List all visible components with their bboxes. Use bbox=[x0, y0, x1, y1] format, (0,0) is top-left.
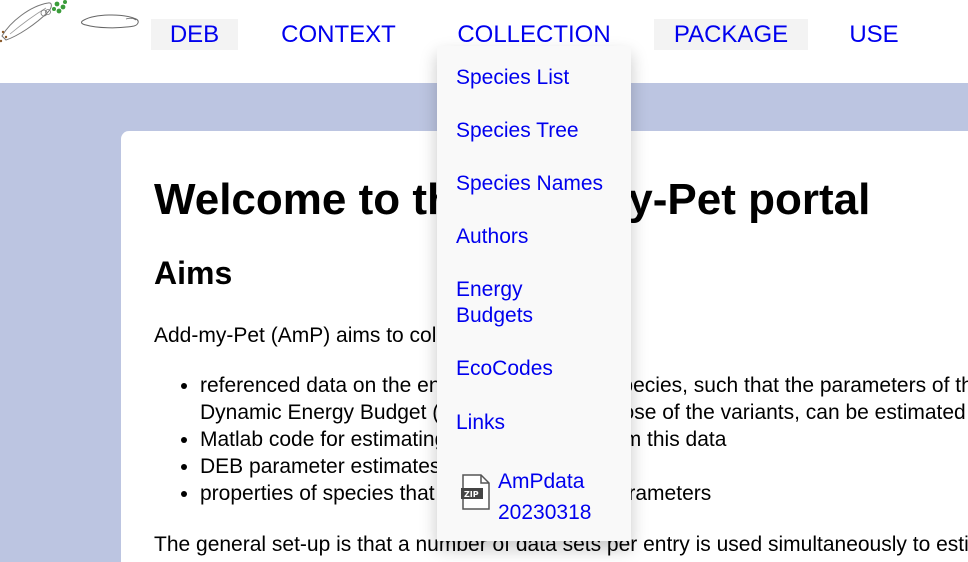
ampdata-zip-download[interactable]: ZIP AmPdata 20230318 bbox=[461, 466, 626, 526]
menu-item-species-tree[interactable]: Species Tree bbox=[456, 118, 626, 144]
menu-item-energy-budgets[interactable]: Energy Budgets bbox=[456, 277, 566, 329]
nav-package[interactable]: PACKAGE bbox=[654, 19, 808, 50]
collection-dropdown-menu: Species List Species Tree Species Names … bbox=[437, 46, 631, 541]
nav-use[interactable]: USE bbox=[839, 19, 909, 50]
nav-deb[interactable]: DEB bbox=[151, 19, 238, 50]
svg-text:ZIP: ZIP bbox=[464, 490, 479, 499]
zip-name-label: AmPdata bbox=[498, 470, 585, 493]
menu-item-ecocodes[interactable]: EcoCodes bbox=[456, 356, 626, 382]
aims-heading: Aims bbox=[154, 255, 233, 291]
nav-context[interactable]: CONTEXT bbox=[270, 19, 407, 50]
menu-item-species-names[interactable]: Species Names bbox=[456, 171, 626, 197]
zip-file-icon: ZIP bbox=[461, 474, 490, 510]
add-my-pet-logo bbox=[0, 0, 139, 43]
menu-item-links[interactable]: Links bbox=[456, 410, 626, 436]
menu-item-authors[interactable]: Authors bbox=[456, 224, 626, 250]
zip-date-label: 20230318 bbox=[498, 501, 592, 524]
menu-item-species-list[interactable]: Species List bbox=[456, 65, 626, 91]
aims-intro-text: Add-my-Pet (AmP) aims to collect bbox=[154, 324, 470, 347]
